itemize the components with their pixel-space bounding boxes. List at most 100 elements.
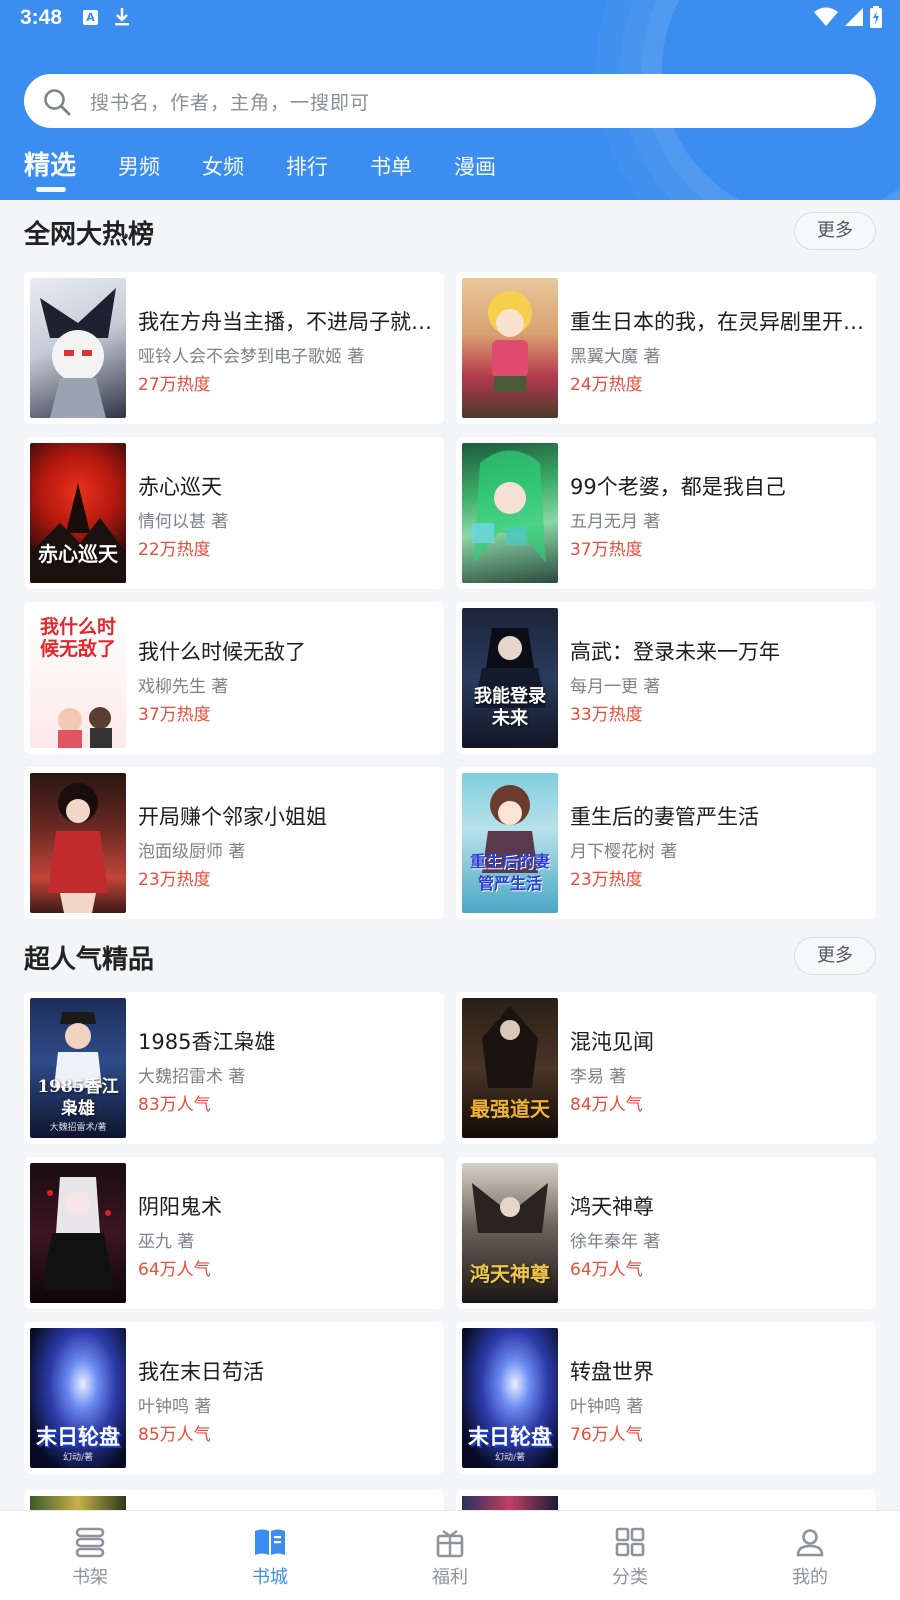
book-card[interactable]: 重生后的妻管严生活 重生后的妻管严生活 月下樱花树 著 23万热度	[456, 767, 876, 919]
nav-label: 福利	[432, 1567, 468, 1588]
book-title: 重生后的妻管严生活	[570, 805, 759, 829]
book-card[interactable]: 最强道天 混沌见闻 李易 著 84万人气	[456, 992, 876, 1144]
book-card[interactable]: 重生日本的我，在灵异剧里开… 黑翼大魔 著 24万热度	[456, 272, 876, 424]
book-cover: 重生后的妻管严生活	[462, 773, 558, 913]
signal-icon	[845, 8, 863, 26]
book-card[interactable]: 末日轮盘 幻动/著 转盘世界 叶钟鸣 著 76万人气	[456, 1322, 876, 1474]
book-card[interactable]: 开局赚个邻家小姐姐 泡面级厨师 著 23万热度	[24, 767, 444, 919]
nav-category[interactable]: 分类	[540, 1511, 720, 1600]
cover-title: 赤心巡天	[38, 542, 118, 566]
cover-author: 幻动/著	[494, 1453, 526, 1463]
book-heat: 37万热度	[138, 705, 211, 725]
book-card-partial[interactable]	[456, 1490, 876, 1510]
book-title: 我在末日苟活	[138, 1360, 264, 1384]
book-title: 我什么时候无敌了	[138, 640, 306, 664]
cover-title: 重生后的妻管严生活	[469, 852, 550, 893]
profile-icon	[796, 1529, 824, 1557]
book-title: 1985香江枭雄	[138, 1030, 276, 1054]
book-cover	[30, 1496, 126, 1510]
book-card[interactable]: 我在方舟当主播，不进局子就… 哑铃人会不会梦到电子歌姬 著 27万热度	[24, 272, 444, 424]
book-heat: 33万热度	[570, 705, 643, 725]
book-card[interactable]: 99个老婆，都是我自己 五月无月 著 37万热度	[456, 437, 876, 589]
tab-comics[interactable]: 漫画	[454, 143, 496, 181]
book-author: 叶钟鸣 著	[138, 1397, 212, 1417]
book-cover: 我能登录未来	[462, 608, 558, 748]
book-author: 月下樱花树 著	[570, 842, 678, 862]
section-header-popular: 超人气精品 更多	[24, 937, 876, 977]
nav-bookshelf[interactable]: 书架	[0, 1511, 180, 1600]
bookshelf-icon	[75, 1527, 105, 1558]
book-title: 重生日本的我，在灵异剧里开…	[570, 310, 864, 334]
book-heat: 23万热度	[138, 870, 211, 890]
nav-label: 我的	[792, 1567, 828, 1588]
book-cover: 我什么时候无敌了	[30, 608, 126, 748]
book-heat: 76万人气	[570, 1425, 643, 1445]
book-cover: 末日轮盘 幻动/著	[462, 1328, 558, 1468]
book-author: 大魏招雷术 著	[138, 1067, 246, 1087]
status-time: 3:48	[20, 6, 63, 29]
section-title: 超人气精品	[24, 945, 155, 975]
more-button[interactable]: 更多	[794, 937, 876, 975]
book-card[interactable]: 阴阳鬼术 巫九 著 64万人气	[24, 1157, 444, 1309]
book-heat: 64万人气	[570, 1260, 643, 1280]
search-icon	[42, 87, 72, 121]
category-tabs: 精选 男频 女频 排行 书单 漫画	[24, 143, 538, 193]
book-cover: 赤心巡天	[30, 443, 126, 583]
book-card[interactable]: 鸿天神尊 鸿天神尊 徐年秦年 著 64万人气	[456, 1157, 876, 1309]
nav-label: 书架	[72, 1567, 108, 1588]
cover-author: 大魏招雷术/著	[49, 1123, 107, 1133]
status-icons	[814, 6, 882, 28]
search-placeholder: 搜书名，作者，主角，一搜即可	[90, 92, 371, 114]
tab-featured[interactable]: 精选	[24, 143, 76, 192]
book-title: 混沌见闻	[570, 1030, 654, 1054]
cover-title: 鸿天神尊	[470, 1262, 550, 1286]
cover-author: 幻动/著	[62, 1453, 94, 1463]
nav-welfare[interactable]: 福利	[360, 1511, 540, 1600]
book-card[interactable]: 末日轮盘 幻动/著 我在末日苟活 叶钟鸣 著 85万人气	[24, 1322, 444, 1474]
cover-title: 最强道天	[470, 1097, 550, 1121]
book-title: 转盘世界	[570, 1360, 654, 1384]
book-author: 巫九 著	[138, 1232, 195, 1252]
book-author: 泡面级厨师 著	[138, 842, 246, 862]
book-title: 赤心巡天	[138, 475, 222, 499]
book-heat: 24万热度	[570, 375, 643, 395]
tab-ranking[interactable]: 排行	[286, 143, 328, 181]
tab-booklist[interactable]: 书单	[370, 143, 412, 181]
book-card-partial[interactable]	[24, 1490, 444, 1510]
cover-title: 末日轮盘	[36, 1424, 120, 1449]
more-button[interactable]: 更多	[794, 212, 876, 250]
book-title: 开局赚个邻家小姐姐	[138, 805, 327, 829]
book-card[interactable]: 我什么时候无敌了 我什么时候无敌了 戏柳先生 著 37万热度	[24, 602, 444, 754]
search-input[interactable]: 搜书名，作者，主角，一搜即可	[24, 74, 876, 128]
book-author: 叶钟鸣 著	[570, 1397, 644, 1417]
book-title: 鸿天神尊	[570, 1195, 654, 1219]
category-icon	[615, 1527, 645, 1557]
book-card[interactable]: 我能登录未来 高武：登录未来一万年 每月一更 著 33万热度	[456, 602, 876, 754]
status-bar: 3:48 A	[0, 0, 900, 36]
book-title: 阴阳鬼术	[138, 1195, 222, 1219]
nav-label: 分类	[612, 1567, 648, 1588]
book-cover: 1985香江枭雄 大魏招雷术/著	[30, 998, 126, 1138]
bottom-navigation: 书架 书城 福利 分类 我的	[0, 1510, 900, 1600]
book-cover	[462, 443, 558, 583]
nav-label: 书城	[252, 1567, 288, 1588]
tab-female[interactable]: 女频	[202, 143, 244, 181]
book-title: 我在方舟当主播，不进局子就…	[138, 310, 432, 334]
app-header: 3:48 A 搜书名，作者，主角，一搜即可 精选 男频 女频 排行 书单 漫画	[0, 0, 900, 200]
section-header-hot: 全网大热榜 更多	[24, 212, 876, 252]
tab-male[interactable]: 男频	[118, 143, 160, 181]
nav-bookstore[interactable]: 书城	[180, 1511, 360, 1600]
book-title: 99个老婆，都是我自己	[570, 475, 786, 499]
book-card[interactable]: 赤心巡天 赤心巡天 情何以甚 著 22万热度	[24, 437, 444, 589]
book-card[interactable]: 1985香江枭雄 大魏招雷术/著 1985香江枭雄 大魏招雷术 著 83万人气	[24, 992, 444, 1144]
book-cover	[462, 278, 558, 418]
nav-profile[interactable]: 我的	[720, 1511, 900, 1600]
notification-a-icon: A	[83, 10, 98, 25]
book-author: 黑翼大魔 著	[570, 347, 661, 367]
book-author: 哑铃人会不会梦到电子歌姬 著	[138, 347, 365, 367]
book-author: 李易 著	[570, 1067, 627, 1087]
book-heat: 83万人气	[138, 1095, 211, 1115]
battery-icon	[870, 6, 882, 28]
book-cover	[30, 278, 126, 418]
cover-title: 1985香江枭雄	[37, 1077, 119, 1119]
